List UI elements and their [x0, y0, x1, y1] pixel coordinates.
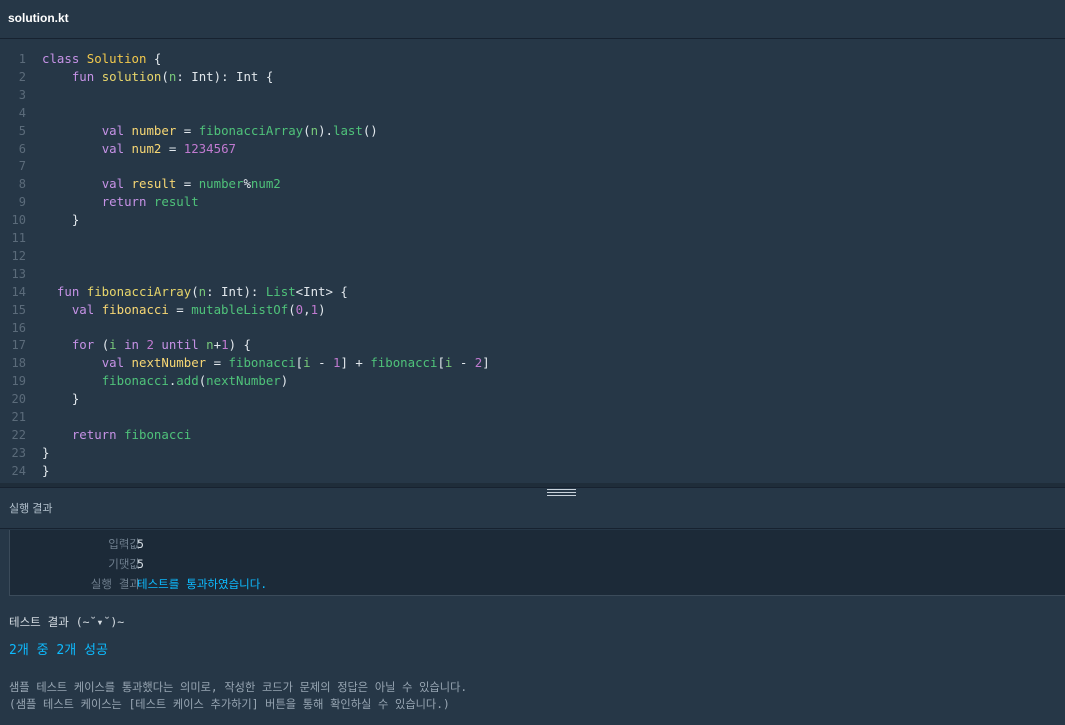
- chevron-right-icon: 〉: [120, 577, 132, 591]
- line-number: 2: [18, 69, 26, 84]
- result-value: 5: [137, 557, 144, 571]
- result-value-pass: 테스트를 통과하였습니다.: [137, 577, 268, 591]
- result-panel: 입력값 〉 5 기댓값 〉 5 실행 결과 〉 테스트를 통과하였습니다.: [9, 530, 1065, 596]
- code-text[interactable]: val fibonacci = mutableListOf(0,1): [42, 301, 326, 319]
- line-number: 17: [11, 338, 26, 353]
- chevron-right-icon: 〉: [120, 537, 132, 551]
- test-summary-count: 2개 중 2개 성공: [9, 643, 108, 658]
- line-number: 22: [11, 427, 26, 442]
- code-text[interactable]: val num2 = 1234567: [42, 140, 236, 158]
- line-number: 11: [11, 231, 26, 245]
- code-text[interactable]: return result: [42, 193, 199, 211]
- line-number: 10: [11, 213, 26, 228]
- result-row-input: 입력값 〉 5: [10, 535, 610, 553]
- file-name[interactable]: solution.kt: [8, 11, 69, 25]
- code-text[interactable]: }: [42, 390, 79, 408]
- line-number: 19: [11, 374, 26, 389]
- chevron-right-icon: 〉: [120, 557, 132, 571]
- code-text[interactable]: for (i in 2 until n+1) {: [42, 336, 251, 354]
- code-text[interactable]: fun fibonacciArray(n: Int): List<Int> {: [42, 283, 348, 301]
- line-number: 8: [18, 177, 26, 192]
- line-number: 15: [11, 302, 26, 317]
- line-number: 16: [11, 320, 26, 335]
- result-row-outcome: 실행 결과 〉 테스트를 통과하였습니다.: [10, 575, 610, 593]
- summary-note: (샘플 테스트 케이스는 [테스트 케이스 추가하기] 버튼을 통해 확인하실 …: [9, 698, 450, 711]
- code-text[interactable]: val result = number%num2: [42, 175, 281, 193]
- line-number: 18: [11, 356, 26, 371]
- line-number: 14: [11, 284, 26, 299]
- line-number: 20: [11, 392, 26, 407]
- result-value: 5: [137, 537, 144, 551]
- line-number: 3: [18, 87, 26, 102]
- line-number: 6: [18, 141, 26, 156]
- test-summary-title: 테스트 결과 (~˘▾˘)~: [9, 615, 125, 629]
- line-number: 5: [18, 123, 26, 138]
- line-number: 7: [18, 159, 26, 174]
- code-text[interactable]: return fibonacci: [42, 426, 191, 444]
- results-title: 실행 결과: [9, 503, 53, 515]
- line-number: 1: [18, 52, 26, 66]
- code-text[interactable]: fibonacci.add(nextNumber): [42, 372, 289, 390]
- line-number: 23: [11, 445, 26, 460]
- drag-handle-icon[interactable]: [547, 489, 576, 498]
- line-number: 12: [11, 248, 26, 263]
- code-text[interactable]: class Solution {: [42, 50, 161, 68]
- line-number: 13: [11, 266, 26, 281]
- code-text[interactable]: }: [42, 444, 49, 462]
- panel-splitter[interactable]: 실행 결과: [0, 487, 1065, 529]
- line-number: 9: [18, 195, 26, 210]
- code-text[interactable]: }: [42, 211, 79, 229]
- result-row-expected: 기댓값 〉 5: [10, 555, 610, 573]
- result-key: 실행 결과: [90, 577, 140, 591]
- code-text[interactable]: val number = fibonacciArray(n).last(): [42, 122, 378, 140]
- line-number: 24: [11, 463, 26, 478]
- code-text[interactable]: fun solution(n: Int): Int {: [42, 68, 273, 86]
- code-text[interactable]: }: [42, 462, 49, 480]
- code-text[interactable]: val nextNumber = fibonacci[i - 1] + fibo…: [42, 354, 490, 372]
- summary-note: 샘플 테스트 케이스를 통과했다는 의미로, 작성한 코드가 문제의 정답은 아…: [9, 681, 468, 694]
- file-tab-bar: solution.kt: [0, 0, 1065, 39]
- line-number: 21: [11, 410, 26, 424]
- code-editor[interactable]: 1 class Solution { 2 fun solution(n: Int):…: [0, 40, 1065, 483]
- line-number: 4: [18, 105, 26, 120]
